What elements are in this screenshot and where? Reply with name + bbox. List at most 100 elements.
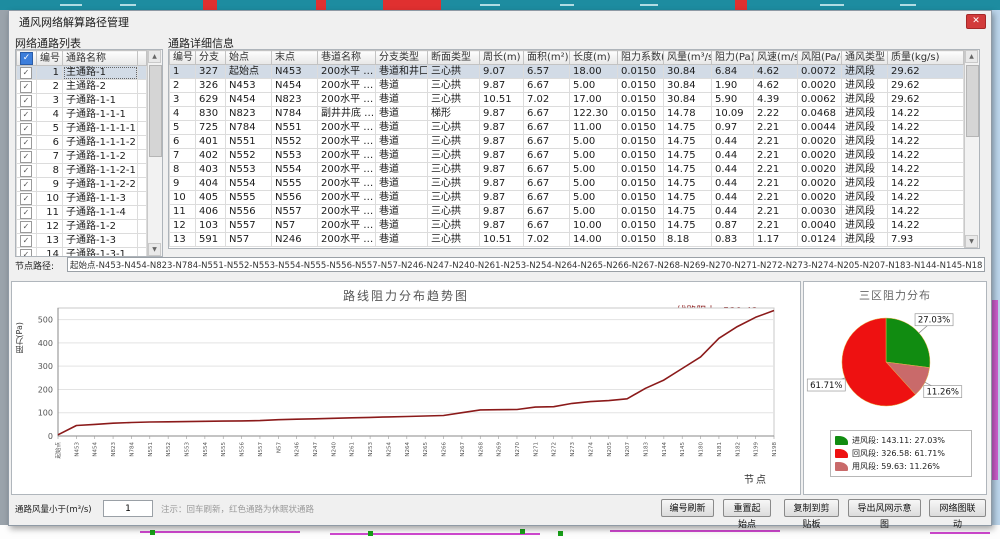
cell: 巷道	[376, 191, 428, 205]
svg-text:N207: N207	[625, 442, 631, 457]
scroll-down-icon[interactable]: ▼	[148, 243, 161, 256]
row-checkbox[interactable]: ✓	[20, 109, 32, 121]
cell: N557	[226, 219, 272, 233]
path-row[interactable]: ✓8子通路-1-1-2-1	[17, 164, 147, 178]
flow-threshold-input[interactable]	[103, 500, 153, 517]
path-name: 子通路-1-1	[63, 94, 138, 108]
path-number: 11	[37, 206, 63, 220]
path-number: 4	[37, 108, 63, 122]
export-network-diagram-button[interactable]: 导出风网示意图	[848, 499, 921, 517]
path-row[interactable]: ✓9子通路-1-1-2-2	[17, 178, 147, 192]
branch-row[interactable]: 1327起始点N453200水平 …巷道和井口三心拱9.076.5718.000…	[170, 65, 964, 79]
cell: 起始点	[226, 65, 272, 79]
select-all-checkbox[interactable]: ✓	[20, 52, 33, 65]
path-row[interactable]: ✓13子通路-1-3	[17, 234, 147, 248]
cell: 0.0062	[798, 93, 842, 107]
row-checkbox[interactable]: ✓	[20, 151, 32, 163]
path-row[interactable]: ✓14子通路-1-3-1	[17, 248, 147, 258]
path-row[interactable]: ✓1主通路-1	[17, 66, 147, 80]
cell: 9.07	[480, 65, 524, 79]
branch-row[interactable]: 3629N454N823200水平 …巷道三心拱10.517.0217.000.…	[170, 93, 964, 107]
cell: 2.22	[754, 107, 798, 121]
branch-row[interactable]: 11406N556N557200水平 …巷道三心拱9.876.675.000.0…	[170, 205, 964, 219]
row-checkbox[interactable]: ✓	[20, 179, 32, 191]
cell: 14.75	[664, 177, 712, 191]
path-row[interactable]: ✓7子通路-1-1-2	[17, 150, 147, 164]
row-checkbox[interactable]: ✓	[20, 67, 32, 79]
cell: 进风段	[842, 177, 888, 191]
path-number: 2	[37, 80, 63, 94]
branch-row[interactable]: 12103N557N57200水平 …巷道三心拱9.876.6710.000.0…	[170, 219, 964, 233]
path-row[interactable]: ✓2主通路-2	[17, 80, 147, 94]
refresh-number-button[interactable]: 编号刷新	[661, 499, 714, 517]
branch-row[interactable]: 9404N554N555200水平 …巷道三心拱9.876.675.000.01…	[170, 177, 964, 191]
cell: 14.22	[888, 135, 964, 149]
cell: 326	[196, 79, 226, 93]
row-checkbox[interactable]: ✓	[20, 193, 32, 205]
row-checkbox[interactable]: ✓	[20, 165, 32, 177]
row-checkbox[interactable]: ✓	[20, 123, 32, 135]
row-checkbox[interactable]: ✓	[20, 235, 32, 247]
path-row[interactable]: ✓6子通路-1-1-1-2	[17, 136, 147, 150]
branch-row[interactable]: 7402N552N553200水平 …巷道三心拱9.876.675.000.01…	[170, 149, 964, 163]
background-tick	[560, 4, 574, 6]
scrollbar-thumb[interactable]	[966, 65, 979, 137]
svg-text:N205: N205	[607, 442, 613, 457]
path-list-scrollbar[interactable]: ▲ ▼	[147, 50, 162, 256]
node-path-field[interactable]	[67, 257, 985, 272]
row-checkbox[interactable]: ✓	[20, 137, 32, 149]
cell: 9.87	[480, 107, 524, 121]
cell: 5.00	[570, 163, 618, 177]
branch-row[interactable]: 5725N784N551200水平 …巷道三心拱9.876.6711.000.0…	[170, 121, 964, 135]
cell: 0.0020	[798, 79, 842, 93]
branch-row[interactable]: 6401N551N552200水平 …巷道三心拱9.876.675.000.01…	[170, 135, 964, 149]
scrollbar-thumb[interactable]	[149, 65, 162, 157]
path-row[interactable]: ✓3子通路-1-1	[17, 94, 147, 108]
cell: 14.22	[888, 191, 964, 205]
network-diagram-link-button[interactable]: 网络图联动	[929, 499, 986, 517]
cell: 4.62	[754, 79, 798, 93]
legend-item: 进风段: 143.11: 27.03%	[835, 434, 967, 447]
branch-row[interactable]: 13591N57N246200水平 …巷道三心拱10.517.0214.000.…	[170, 233, 964, 247]
path-row[interactable]: ✓12子通路-1-2	[17, 220, 147, 234]
scroll-up-icon[interactable]: ▲	[965, 50, 978, 63]
branch-row[interactable]: 4830N823N784副井井底 …巷道梯形9.876.67122.300.01…	[170, 107, 964, 121]
cell: 0.0150	[618, 219, 664, 233]
path-row[interactable]: ✓4子通路-1-1-1	[17, 108, 147, 122]
cell: 巷道	[376, 163, 428, 177]
scroll-up-icon[interactable]: ▲	[148, 50, 161, 63]
close-icon[interactable]: ✕	[966, 14, 986, 29]
dialog-titlebar[interactable]: 通风网络解算路径管理 ✕	[9, 11, 991, 31]
row-checkbox[interactable]: ✓	[20, 221, 32, 233]
svg-text:N246: N246	[295, 442, 301, 457]
scroll-down-icon[interactable]: ▼	[965, 235, 978, 248]
reset-start-node-button[interactable]: 重置起始点	[723, 499, 771, 517]
column-header: 面积(m²)	[524, 51, 570, 65]
cell: 0.0150	[618, 93, 664, 107]
background-red-block	[316, 0, 326, 10]
svg-text:N557: N557	[258, 442, 264, 457]
node-path-bar: 节点路径:	[15, 257, 985, 275]
branch-row[interactable]: 10405N555N556200水平 …巷道三心拱9.876.675.000.0…	[170, 191, 964, 205]
path-name: 子通路-1-1-2-2	[63, 178, 138, 192]
cell: 200水平 …	[318, 65, 376, 79]
branch-row[interactable]: 2326N453N454200水平 …巷道三心拱9.876.675.000.01…	[170, 79, 964, 93]
row-checkbox[interactable]: ✓	[20, 207, 32, 219]
path-row[interactable]: ✓11子通路-1-1-4	[17, 206, 147, 220]
cell: 6.67	[524, 149, 570, 163]
copy-to-clipboard-button[interactable]: 复制到剪贴板	[784, 499, 839, 517]
row-checkbox[interactable]: ✓	[20, 249, 32, 257]
svg-text:300: 300	[38, 362, 53, 371]
cell: N554	[226, 177, 272, 191]
row-checkbox[interactable]: ✓	[20, 81, 32, 93]
cell: 三心拱	[428, 233, 480, 247]
branch-row[interactable]: 8403N553N554200水平 …巷道三心拱9.876.675.000.01…	[170, 163, 964, 177]
column-header: 长度(m)	[570, 51, 618, 65]
path-row[interactable]: ✓10子通路-1-1-3	[17, 192, 147, 206]
path-row[interactable]: ✓5子通路-1-1-1-1	[17, 122, 147, 136]
row-checkbox[interactable]: ✓	[20, 95, 32, 107]
background-map-dot	[368, 531, 373, 536]
svg-text:27.03%: 27.03%	[918, 316, 950, 326]
svg-text:N554: N554	[203, 442, 209, 457]
detail-table-scrollbar[interactable]: ▲ ▼	[964, 50, 979, 248]
